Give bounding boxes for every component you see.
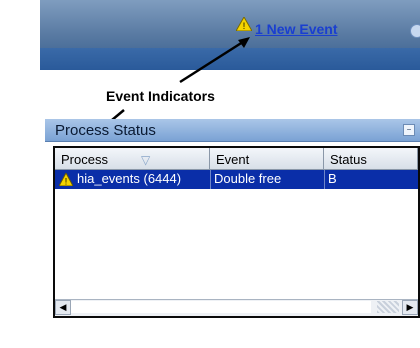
column-header-process[interactable]: Process ▽ (55, 148, 210, 170)
cell-event: Double free (214, 171, 282, 186)
scroll-thumb[interactable] (377, 301, 399, 313)
process-table: Process ▽ Event Status ! hia_events (644… (53, 146, 420, 318)
column-divider (324, 170, 325, 189)
arrow-to-event-link (179, 38, 247, 84)
svg-text:!: ! (65, 177, 68, 187)
process-status-panel: Process Status − Process ▽ Event Status … (45, 119, 420, 323)
cell-process: hia_events (6444) (77, 171, 182, 186)
scroll-track[interactable] (71, 301, 371, 313)
scroll-left-button[interactable]: ◀ (55, 300, 71, 315)
scroll-right-button[interactable]: ▶ (402, 300, 418, 315)
panel-minimize-button[interactable]: − (403, 124, 415, 136)
panel-title: Process Status (55, 122, 156, 139)
column-divider (210, 170, 211, 189)
column-header-event[interactable]: Event (210, 148, 324, 170)
cell-status: B (328, 171, 337, 186)
table-row[interactable]: ! hia_events (6444) Double free B (55, 170, 418, 189)
column-header-status[interactable]: Status (324, 148, 418, 170)
sort-descending-icon[interactable]: ▽ (141, 153, 150, 167)
horizontal-scrollbar[interactable]: ◀ ▶ (55, 299, 418, 316)
warning-icon: ! (59, 173, 73, 186)
panel-header: Process Status − (45, 119, 420, 142)
